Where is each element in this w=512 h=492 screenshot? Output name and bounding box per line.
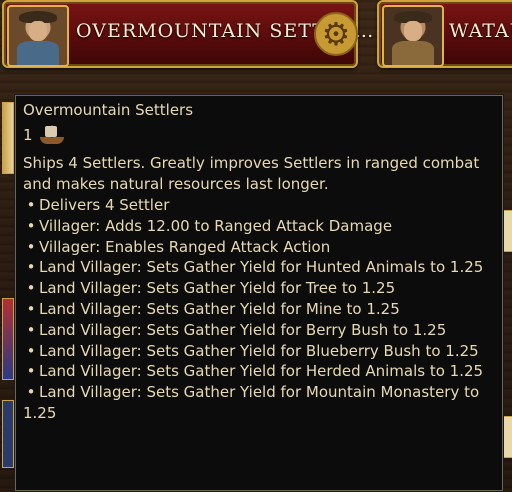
- card-title: WATAU: [449, 20, 512, 42]
- card-tooltip: Overmountain Settlers 1 Ships 4 Settlers…: [15, 95, 503, 491]
- card-watauga[interactable]: WATAU: [377, 0, 512, 68]
- card-sliver[interactable]: [2, 102, 14, 174]
- tooltip-description: Ships 4 Settlers. Greatly improves Settl…: [23, 154, 480, 193]
- effect-item: • Land Villager: Sets Gather Yield for Be…: [26, 320, 447, 339]
- gear-icon[interactable]: ⚙: [314, 12, 358, 56]
- quantity-value: 1: [23, 126, 33, 144]
- card-sliver[interactable]: [503, 210, 512, 252]
- effect-item: • Land Villager: Sets Gather Yield for Mi…: [26, 299, 400, 318]
- effect-item: • Land Villager: Sets Gather Yield for Mo…: [23, 383, 480, 422]
- frontiersman-portrait: [7, 5, 69, 67]
- effect-item: • Land Villager: Sets Gather Yield for Hu…: [26, 258, 484, 277]
- effects-list: • Delivers 4 Settler • Villager: Adds 12.0…: [23, 195, 499, 424]
- tooltip-quantity-row: 1: [23, 125, 65, 145]
- effect-item: • Land Villager: Sets Gather Yield for He…: [26, 362, 484, 381]
- effect-item: • Villager: Adds 12.00 to Ranged Attack D…: [26, 216, 393, 235]
- card-sliver[interactable]: [2, 400, 14, 468]
- ship-icon: [39, 125, 65, 145]
- effect-item: • Land Villager: Sets Gather Yield for Tr…: [26, 279, 396, 298]
- effect-item: • Land Villager: Sets Gather Yield for Bl…: [26, 341, 479, 360]
- tooltip-title: Overmountain Settlers: [23, 101, 194, 119]
- card-sliver[interactable]: [503, 416, 512, 458]
- effect-item: • Delivers 4 Settler: [26, 196, 170, 214]
- card-overmountain-settlers[interactable]: OVERMOUNTAIN SETTLE… ⚙: [2, 0, 373, 68]
- effect-item: • Villager: Enables Ranged Attack Action: [26, 237, 331, 256]
- settler-portrait: [382, 5, 444, 67]
- card-sliver[interactable]: [2, 298, 14, 380]
